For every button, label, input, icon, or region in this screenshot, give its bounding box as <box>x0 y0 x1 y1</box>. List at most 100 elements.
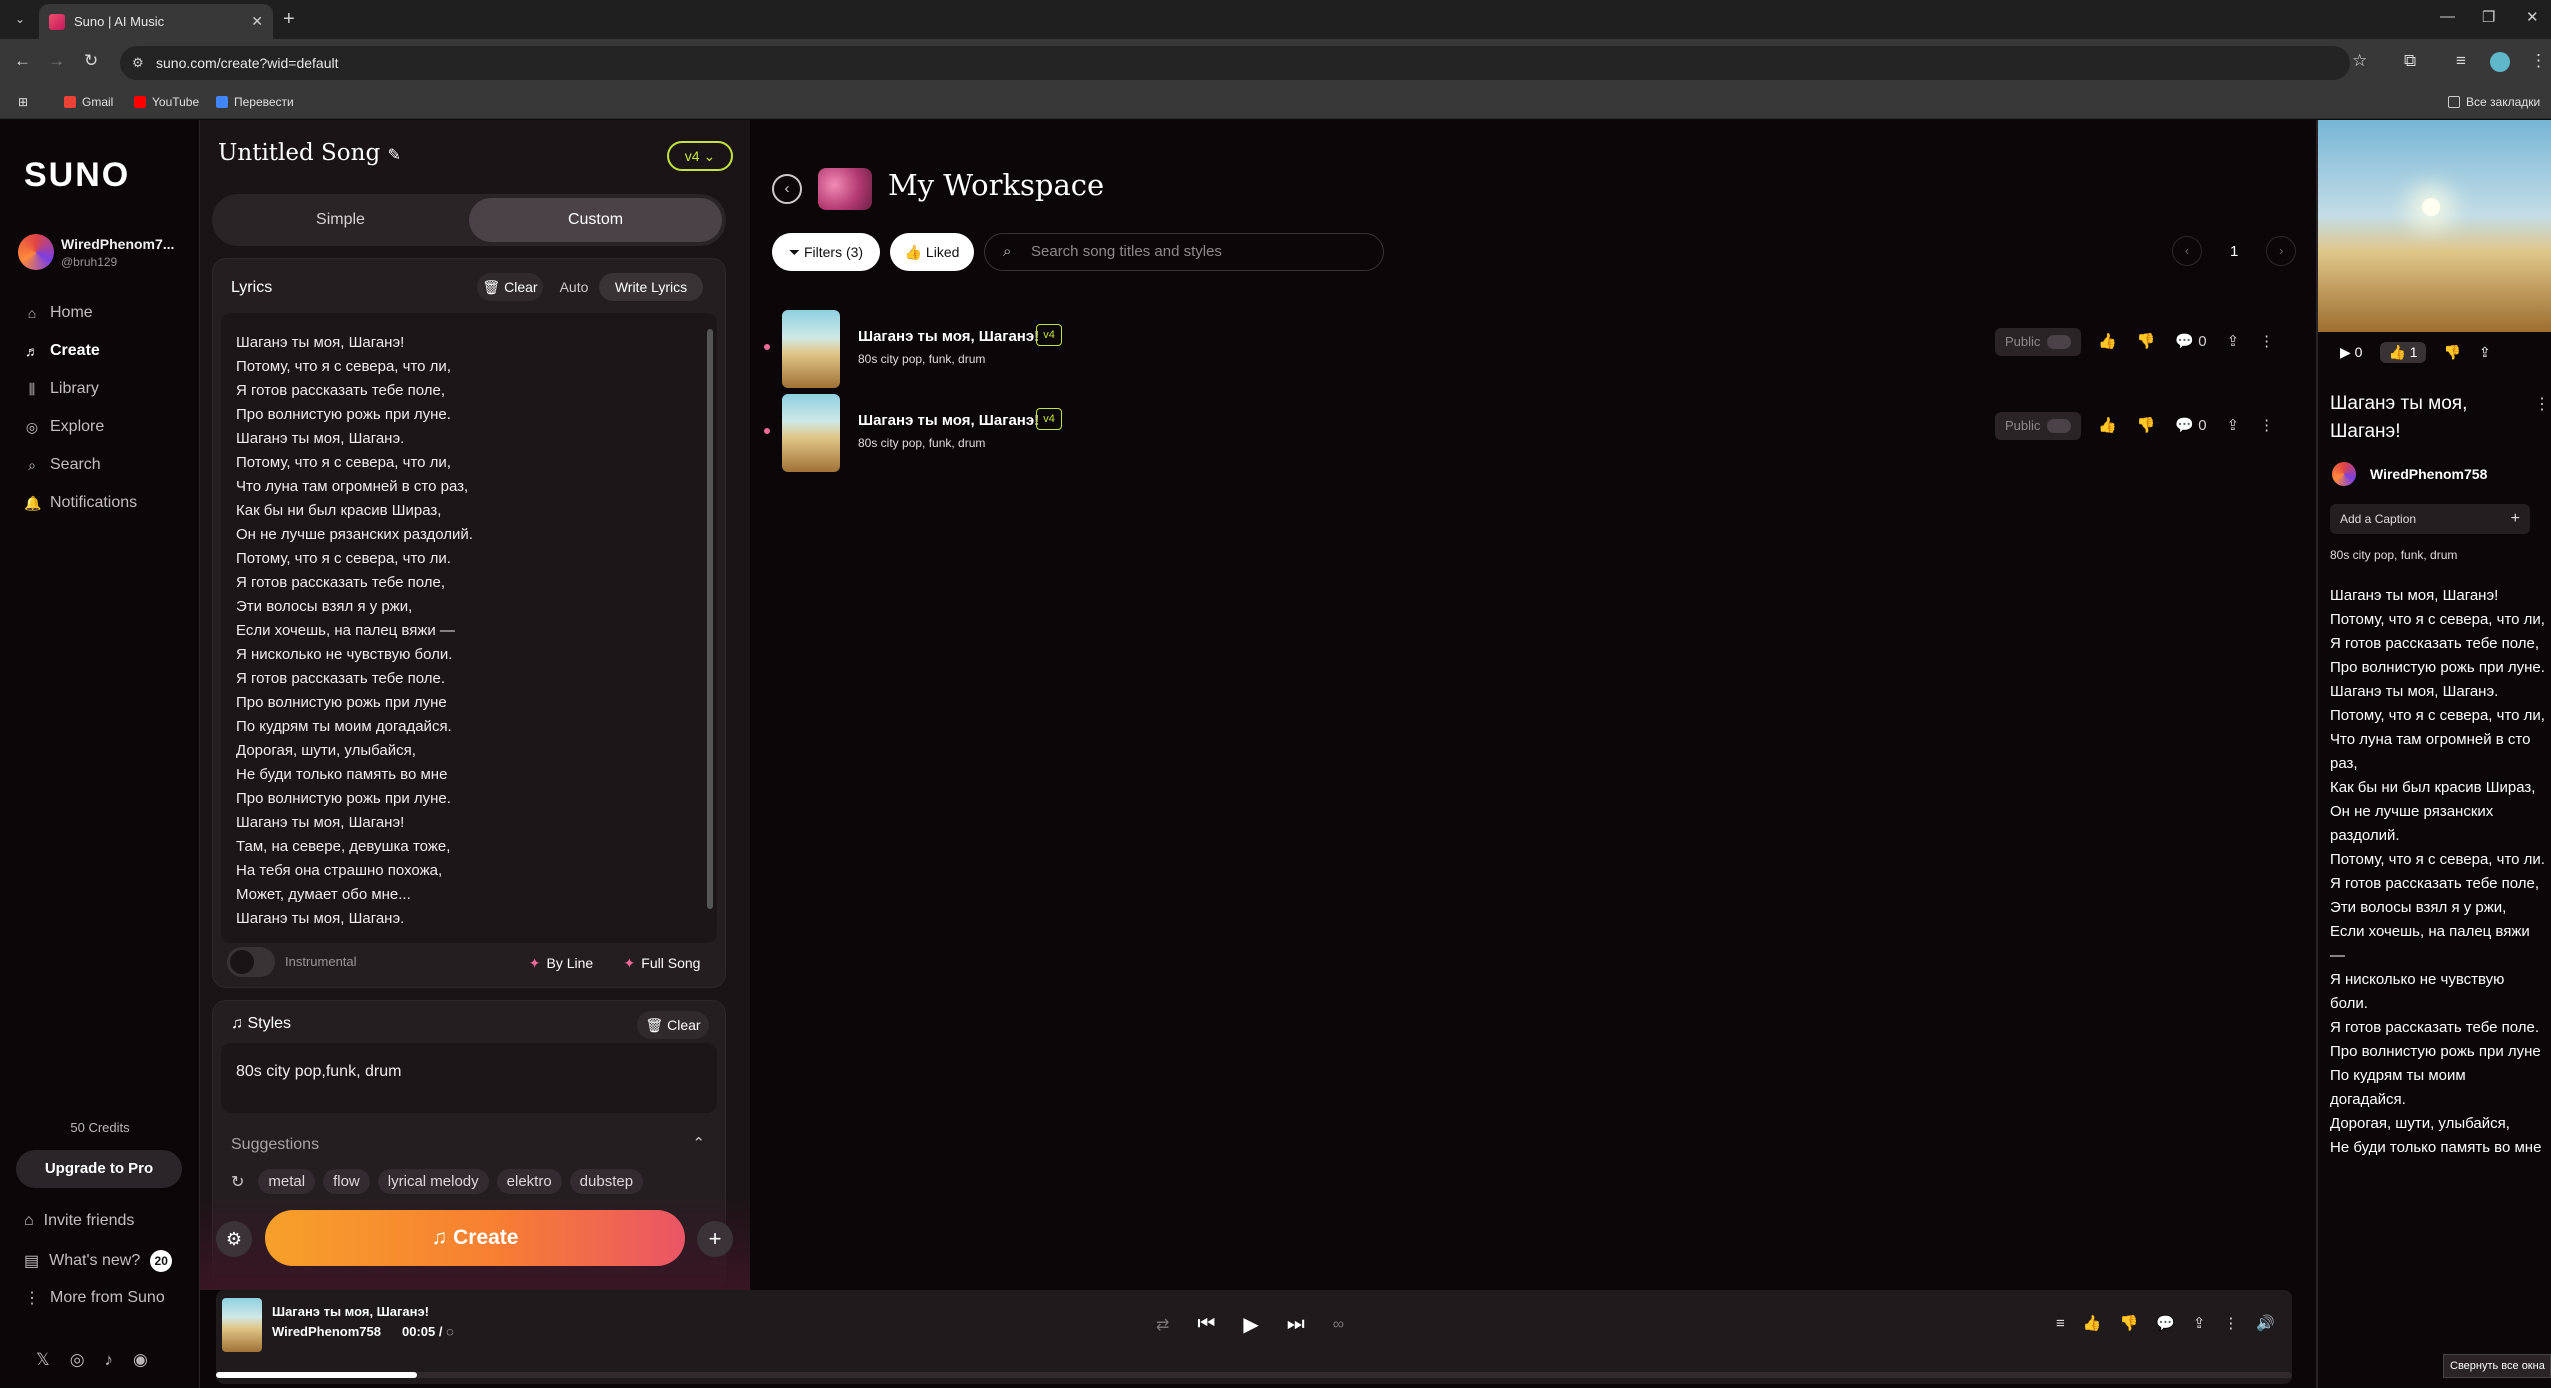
write-lyrics-button[interactable]: Write Lyrics <box>599 273 703 301</box>
thumbs-down-icon[interactable]: 👎 <box>2444 344 2461 361</box>
instrumental-toggle[interactable] <box>227 947 275 977</box>
play-count[interactable]: ▶ 0 <box>2340 344 2362 361</box>
instagram-icon[interactable]: ◎ <box>70 1350 85 1370</box>
prev-page-icon[interactable]: ‹ <box>2172 236 2202 266</box>
by-line-button[interactable]: ✦ By Line <box>517 949 605 977</box>
window-close-icon[interactable]: ✕ <box>2526 8 2539 26</box>
maximize-icon[interactable]: ❐ <box>2482 8 2495 26</box>
browser-tab[interactable]: Suno | AI Music ✕ <box>39 4 273 39</box>
add-caption-button[interactable]: Add a Caption + <box>2330 504 2530 534</box>
back-icon[interactable]: ‹ <box>772 174 802 204</box>
lyrics-textarea[interactable]: Шаганэ ты моя, Шаганэ! Потому, что я с с… <box>221 313 717 943</box>
thumbs-down-icon[interactable]: 👎 <box>2137 332 2156 350</box>
song-title[interactable]: Шаганэ ты моя, Шаганэ! <box>858 412 1039 429</box>
extensions-icon[interactable]: ⧉ <box>2404 51 2416 71</box>
next-page-icon[interactable]: › <box>2266 236 2297 266</box>
player-title[interactable]: Шаганэ ты моя, Шаганэ! <box>272 1304 429 1319</box>
lyrics-scrollbar[interactable] <box>707 329 713 909</box>
player-thumbnail[interactable] <box>222 1298 262 1352</box>
create-button[interactable]: ♫ Create <box>265 1210 685 1266</box>
username[interactable]: WiredPhenom7... <box>61 236 174 252</box>
repeat-icon[interactable]: ∞ <box>1333 1316 1344 1334</box>
suggestion-chip[interactable]: dubstep <box>569 1169 644 1194</box>
invite-friends-link[interactable]: ⌂ Invite friends <box>24 1212 134 1230</box>
chevron-up-icon[interactable]: ⌃ <box>692 1134 705 1152</box>
thumbs-up-icon[interactable]: 👍 <box>2083 1314 2102 1332</box>
back-icon[interactable]: ← <box>14 51 31 71</box>
suggestion-chip[interactable]: flow <box>323 1169 370 1194</box>
styles-clear-button[interactable]: 🗑 Clear <box>637 1011 709 1039</box>
address-bar[interactable]: ⚙ suno.com/create?wid=default <box>120 46 2350 80</box>
styles-input[interactable]: 80s city pop,funk, drum <box>221 1043 717 1113</box>
sidebar-item-notifications[interactable]: 🔔 Notifications <box>24 494 137 512</box>
like-button[interactable]: 👍 1 <box>2380 342 2426 363</box>
model-version-select[interactable]: v4 ⌄ <box>667 141 733 171</box>
bookmark-star-icon[interactable]: ☆ <box>2352 51 2367 71</box>
sidebar-item-explore[interactable]: ◎ Explore <box>24 418 104 436</box>
next-icon[interactable]: ⏭ <box>1287 1313 1305 1336</box>
bookmark-youtube[interactable]: YouTube <box>134 95 199 109</box>
whats-new-link[interactable]: ▤ What's new? 20 <box>24 1250 173 1272</box>
edit-pencil-icon[interactable]: ✎ <box>388 145 401 164</box>
queue-icon[interactable]: ≡ <box>2056 1315 2065 1332</box>
shuffle-icon[interactable]: ⇄ <box>1156 1315 1169 1335</box>
sidebar-item-library[interactable]: ⫼ Library <box>24 380 99 398</box>
list-item[interactable]: Шаганэ ты моя, Шаганэ! v4 80s city pop, … <box>764 310 2304 390</box>
more-options-icon[interactable]: ⋮ <box>2259 332 2274 350</box>
more-options-icon[interactable]: ⋮ <box>2259 416 2274 434</box>
share-icon[interactable]: ⇪ <box>2227 416 2240 434</box>
forward-icon[interactable]: → <box>48 51 65 71</box>
player-artist[interactable]: WiredPhenom758 <box>272 1324 381 1339</box>
sidebar-item-home[interactable]: ⌂ Home <box>24 304 93 322</box>
gear-icon[interactable]: ⚙ <box>216 1221 252 1257</box>
more-options-icon[interactable]: ⋮ <box>2534 394 2550 414</box>
site-info-icon[interactable]: ⚙ <box>132 55 144 71</box>
tab-simple[interactable]: Simple <box>212 194 469 246</box>
volume-icon[interactable]: 🔊 <box>2256 1314 2275 1332</box>
apps-grid-icon[interactable]: ⊞ <box>18 95 28 109</box>
tab-close-icon[interactable]: ✕ <box>251 13 263 30</box>
suggestion-chip[interactable]: lyrical melody <box>377 1169 489 1194</box>
suggestion-chip[interactable]: metal <box>258 1169 316 1194</box>
media-icon[interactable]: ≡ <box>2456 51 2466 71</box>
thumbs-up-icon[interactable]: 👍 <box>2098 416 2117 434</box>
reload-icon[interactable]: ↻ <box>84 51 98 71</box>
new-tab-icon[interactable]: + <box>283 8 295 31</box>
public-toggle[interactable]: Public <box>1995 328 2081 356</box>
tiktok-icon[interactable]: ♪ <box>105 1350 114 1370</box>
share-icon[interactable]: ⇪ <box>2193 1314 2206 1332</box>
all-bookmarks[interactable]: Все закладки <box>2448 95 2540 109</box>
tab-search-icon[interactable]: ⌄ <box>9 8 31 30</box>
search-input[interactable]: ⌕ Search song titles and styles <box>984 233 1384 271</box>
song-title[interactable]: Шаганэ ты моя, Шаганэ! <box>858 328 1039 345</box>
share-icon[interactable]: ⇪ <box>2227 332 2240 350</box>
bookmark-translate[interactable]: Перевести <box>216 95 294 109</box>
comment-icon[interactable]: 💬 0 <box>2175 332 2206 350</box>
thumbs-down-icon[interactable]: 👎 <box>2119 1314 2138 1332</box>
artist-name[interactable]: WiredPhenom758 <box>2370 466 2487 482</box>
suno-logo[interactable]: SUNO <box>24 156 130 195</box>
profile-avatar-icon[interactable] <box>2490 52 2510 72</box>
sidebar-item-search[interactable]: ⌕ Search <box>24 456 101 474</box>
list-item[interactable]: Шаганэ ты моя, Шаганэ! v4 80s city pop, … <box>764 394 2304 474</box>
play-icon[interactable]: ▶ <box>1243 1312 1258 1337</box>
filters-button[interactable]: ⏷ Filters (3) <box>772 233 880 271</box>
upgrade-button[interactable]: Upgrade to Pro <box>16 1150 182 1188</box>
tab-custom[interactable]: Custom <box>469 198 722 242</box>
browser-menu-icon[interactable]: ⋮ <box>2530 51 2547 71</box>
public-toggle[interactable]: Public <box>1995 412 2081 440</box>
thumbs-down-icon[interactable]: 👎 <box>2137 416 2156 434</box>
more-options-icon[interactable]: ⋮ <box>2223 1314 2238 1332</box>
comment-icon[interactable]: 💬 <box>2156 1314 2175 1332</box>
refresh-icon[interactable]: ↻ <box>231 1172 244 1192</box>
share-icon[interactable]: ⇪ <box>2479 344 2491 361</box>
comment-icon[interactable]: 💬 0 <box>2175 416 2206 434</box>
song-thumbnail[interactable] <box>782 394 840 472</box>
full-song-button[interactable]: ✦ Full Song <box>609 949 715 977</box>
sidebar-item-create[interactable]: ♬ Create <box>24 342 100 360</box>
song-thumbnail[interactable] <box>782 310 840 388</box>
previous-icon[interactable]: ⏮ <box>1197 1313 1215 1336</box>
discord-icon[interactable]: ◉ <box>133 1350 148 1370</box>
song-title-input[interactable]: Untitled Song ✎ <box>218 140 401 166</box>
avatar[interactable] <box>2332 462 2356 486</box>
